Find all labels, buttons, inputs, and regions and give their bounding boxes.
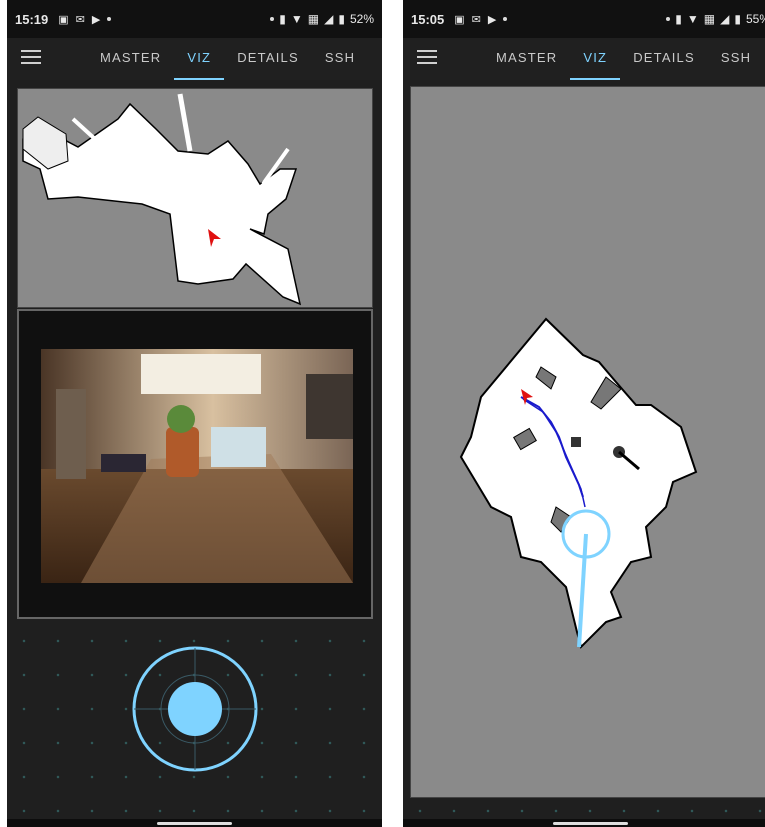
occupancy-map [459, 317, 698, 649]
phone-screen-right: 15:05 ▣ ✉ ▶ ▮ ▼ ▦ ◢ ▮ 55% MASTER VIZ DET… [403, 0, 765, 827]
status-bar: 15:05 ▣ ✉ ▶ ▮ ▼ ▦ ◢ ▮ 55% [403, 0, 765, 38]
app-bar: MASTER VIZ DETAILS SSH [403, 38, 765, 80]
camera-image [41, 349, 353, 583]
tab-bar: MASTER VIZ DETAILS SSH [483, 38, 764, 80]
notification-dot-icon [503, 17, 508, 21]
hamburger-menu-icon[interactable] [417, 50, 437, 66]
battery-icon: ▮ [338, 12, 345, 26]
youtube-icon: ▶ [487, 13, 497, 26]
camera-view [17, 309, 373, 619]
vibrate-icon: ▮ [279, 12, 286, 26]
app-bar: MASTER VIZ DETAILS SSH [7, 38, 382, 80]
battery-icon: ▮ [734, 12, 741, 26]
wifi-icon: ▼ [290, 12, 303, 26]
occupancy-map-view[interactable] [410, 86, 765, 798]
joystick-thumb [168, 682, 222, 736]
signal-icon: ◢ [720, 12, 730, 26]
home-gesture-pill[interactable] [553, 822, 628, 825]
tab-ssh[interactable]: SSH [708, 38, 764, 80]
tab-bar: MASTER VIZ DETAILS SSH [87, 38, 368, 80]
system-nav-bar [7, 819, 382, 827]
notification-dot-icon [107, 17, 112, 21]
occupancy-map-view[interactable] [17, 88, 373, 308]
gallery-icon: ▣ [454, 13, 465, 26]
status-time: 15:19 [15, 11, 49, 27]
mail-icon: ✉ [471, 13, 481, 26]
tab-master[interactable]: MASTER [483, 38, 570, 80]
tab-details[interactable]: DETAILS [620, 38, 708, 80]
mail-icon: ✉ [75, 13, 85, 26]
volte-icon: ▦ [703, 12, 716, 26]
home-gesture-pill[interactable] [157, 822, 232, 825]
phone-screen-left: 15:19 ▣ ✉ ▶ ▮ ▼ ▦ ◢ ▮ 52% MASTER VIZ DET… [7, 0, 382, 827]
occupancy-map [22, 93, 302, 306]
status-bar: 15:19 ▣ ✉ ▶ ▮ ▼ ▦ ◢ ▮ 52% [7, 0, 382, 38]
tab-ssh[interactable]: SSH [312, 38, 368, 80]
gallery-icon: ▣ [58, 13, 69, 26]
notification-dot-icon [666, 17, 671, 21]
tab-viz[interactable]: VIZ [174, 38, 225, 80]
youtube-icon: ▶ [91, 13, 101, 26]
tab-master[interactable]: MASTER [87, 38, 174, 80]
system-nav-bar [403, 819, 765, 827]
notification-dot-icon [270, 17, 275, 21]
virtual-joystick[interactable] [132, 646, 258, 772]
tab-details[interactable]: DETAILS [224, 38, 312, 80]
battery-percent: 52% [349, 12, 374, 26]
volte-icon: ▦ [307, 12, 320, 26]
signal-icon: ◢ [324, 12, 334, 26]
hamburger-menu-icon[interactable] [21, 50, 41, 66]
tab-viz[interactable]: VIZ [570, 38, 621, 80]
status-time: 15:05 [411, 11, 445, 27]
battery-percent: 55% [745, 12, 765, 26]
vibrate-icon: ▮ [675, 12, 682, 26]
wifi-icon: ▼ [686, 12, 699, 26]
